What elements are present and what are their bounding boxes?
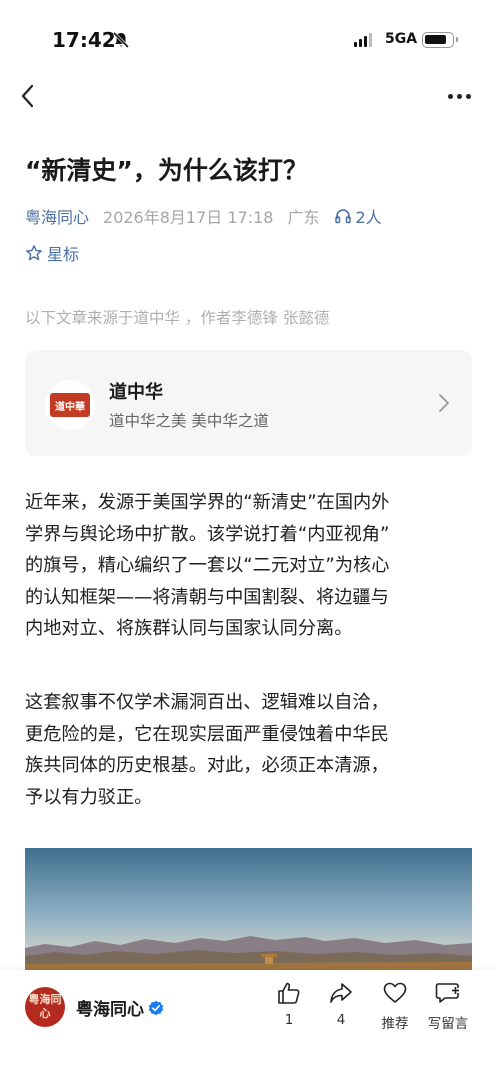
write-comment-button[interactable]: 写留言 [418,980,478,1032]
headphones-icon [334,209,351,224]
paragraph-line: 这套叙事不仅学术漏洞百出、逻辑难以自洽， [25,692,389,713]
recommend-button[interactable]: 推荐 [365,980,425,1032]
write-comment-label: 写留言 [427,1016,469,1032]
more-dot [457,94,462,99]
source-name: 道中华 [109,382,163,403]
battery-icon [422,32,458,48]
like-button[interactable]: 1 [259,980,319,1028]
network-type: 5GA [385,31,418,47]
star-button[interactable]: 星标 [25,242,79,264]
like-count: 1 [284,1012,294,1028]
more-options-button[interactable] [448,94,471,99]
paragraph-line: 近年来，发源于美国学界的“新清史”在国内外 [25,492,390,513]
paragraph-line: 更危险的是，它在现实层面严重侵蚀着中华民 [25,723,389,745]
article-photo[interactable] [25,848,472,970]
source-note: 以下文章来源于道中华 ，作者李德锋 张懿德 [25,309,330,327]
more-dot [466,94,471,99]
share-count: 4 [336,1012,346,1028]
share-arrow-icon [330,983,352,1003]
publish-date: 2026年8月17日 17:18 [103,208,274,227]
bell-slash-icon [112,31,130,49]
recommend-label: 推荐 [381,1016,409,1032]
thumbs-up-icon [278,982,300,1004]
source-account-card[interactable]: 道中華 道中华 道中华之美 美中华之道 [25,350,472,456]
source-logo: 道中華 [45,380,95,430]
publish-region: 广东 [287,208,320,227]
article-paragraph-1: 近年来，发源于美国学界的“新清史”在国内外 学界与舆论场中扩散。该学说打着“内亚… [25,487,475,645]
account-avatar[interactable]: 粤海同心 [25,987,65,1027]
paragraph-line: 的认知框架——将清朝与中国割裂、将边疆与 [25,586,389,608]
more-dot [448,94,453,99]
article-title: “新清史”，为什么该打？ [25,156,308,185]
paragraph-line: 的旗号，精心编织了一套以“二元对立”为核心 [25,555,390,576]
verified-badge-icon [148,1000,164,1015]
paragraph-line: 族共同体的历史根基。对此，必须正本清源， [25,755,389,776]
source-slogan: 道中华之美 美中华之道 [109,412,269,430]
account-name: 粤海同心 [76,1000,144,1020]
listen-button[interactable]: 2人 [334,204,382,228]
star-icon [26,245,42,261]
star-label: 星标 [47,245,80,264]
paragraph-line: 学界与舆论场中扩散。该学说打着“内亚视角” [25,523,390,545]
author-link[interactable]: 粤海同心 [25,204,89,228]
status-bar: 17:42 5GA [0,0,497,80]
bottom-action-bar: 粤海同心 粤海同心 1 4 推荐 写留言 [0,970,497,1080]
listener-count: 2人 [355,208,382,227]
comment-add-icon [435,983,459,1003]
heart-icon [383,982,407,1003]
article-paragraph-2: 这套叙事不仅学术漏洞百出、逻辑难以自洽， 更危险的是，它在现实层面严重侵蚀着中华… [25,687,475,813]
paragraph-line: 予以有力驳正。 [25,786,153,808]
account-name-link[interactable]: 粤海同心 [76,995,164,1020]
share-button[interactable]: 4 [311,980,371,1028]
signal-icon [354,33,372,47]
source-logo-mark: 道中華 [50,393,90,417]
paragraph-line: 内地对立、将族群认同与国家认同分离。 [25,618,353,639]
chevron-right-icon [439,394,449,412]
back-button[interactable] [14,82,42,110]
article-meta: 粤海同心 2026年8月17日 17:18 广东 2人 [25,204,382,228]
status-time: 17:42 [52,28,116,52]
